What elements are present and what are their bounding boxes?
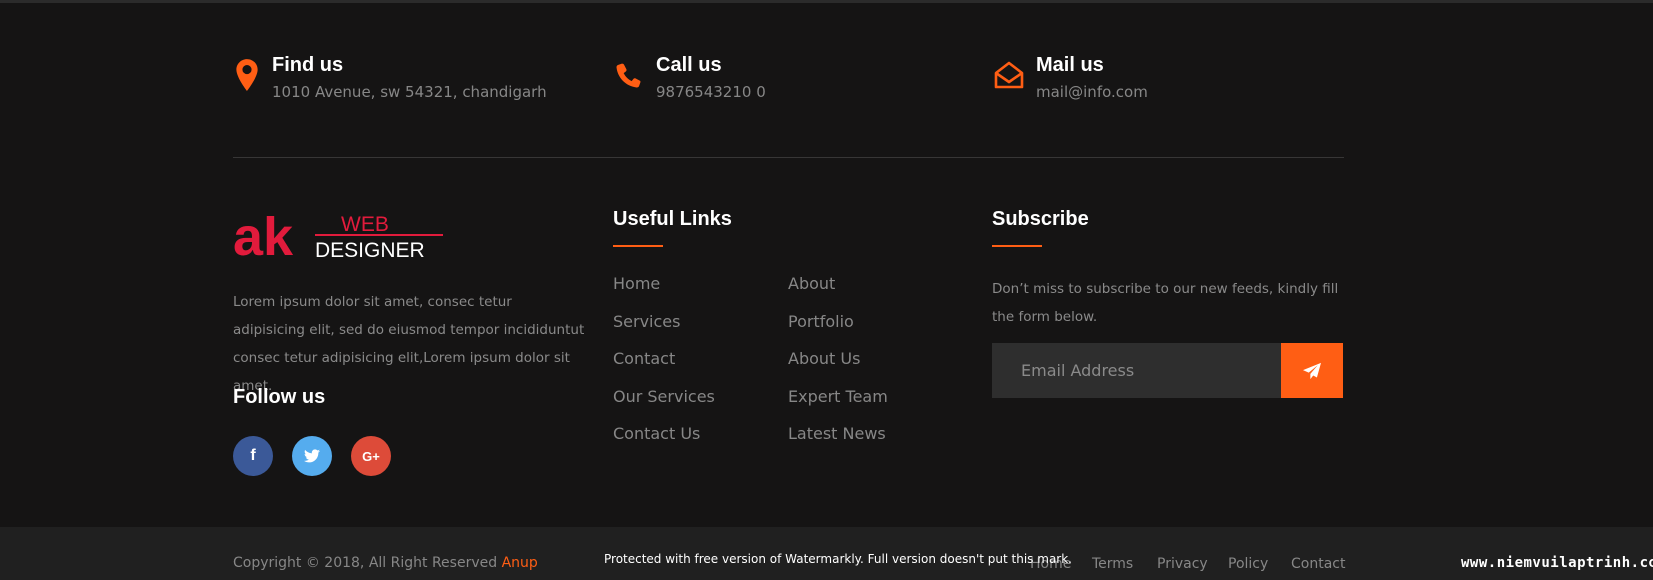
- follow-us-title: Follow us: [233, 386, 326, 408]
- mail-us-title: Mail us: [1036, 54, 1104, 76]
- facebook-icon: f: [250, 447, 256, 464]
- twitter-button[interactable]: [292, 436, 332, 476]
- link-our-services[interactable]: Our Services: [613, 387, 715, 425]
- subscribe-title: Subscribe: [992, 208, 1089, 230]
- google-plus-button[interactable]: G+: [351, 436, 391, 476]
- subscribe-button[interactable]: [1281, 343, 1343, 398]
- useful-links-underline: [613, 245, 663, 247]
- facebook-button[interactable]: f: [233, 436, 273, 476]
- useful-links-col1: Home Services Contact Our Services Conta…: [613, 274, 715, 462]
- link-expert-team[interactable]: Expert Team: [788, 387, 888, 425]
- link-about-us[interactable]: About Us: [788, 349, 888, 387]
- contact-find-us: Find us 1010 Avenue, sw 54321, chandigar…: [233, 52, 547, 102]
- useful-links-col2: About Portfolio About Us Expert Team Lat…: [788, 274, 888, 462]
- call-us-title: Call us: [656, 54, 722, 76]
- footer-nav-policy[interactable]: Policy: [1228, 556, 1268, 572]
- footer-nav-privacy[interactable]: Privacy: [1157, 556, 1208, 572]
- link-home[interactable]: Home: [613, 274, 715, 312]
- copyright-label: Copyright © 2018, All Right Reserved: [233, 555, 502, 571]
- paper-plane-icon: [1303, 362, 1321, 379]
- subscribe-text: Don’t miss to subscribe to our new feeds…: [992, 281, 1339, 325]
- find-us-address: 1010 Avenue, sw 54321, chandigarh: [272, 83, 547, 101]
- logo-line1: WEB: [341, 213, 389, 236]
- logo[interactable]: ak WEB DESIGNER: [233, 207, 443, 263]
- link-services[interactable]: Services: [613, 312, 715, 350]
- watermark-text: Protected with free version of Watermark…: [604, 552, 1072, 566]
- mail-us-email[interactable]: mail@info.com: [1036, 82, 1148, 102]
- footer-nav-contact[interactable]: Contact: [1291, 556, 1345, 572]
- email-input[interactable]: [992, 343, 1281, 398]
- site-watermark: www.niemvuilaptrinh.com: [1461, 555, 1653, 571]
- section-divider: [233, 157, 1344, 158]
- footer-nav-terms[interactable]: Terms: [1092, 556, 1133, 572]
- top-border: [0, 0, 1653, 3]
- call-us-phone: 9876543210 0: [656, 83, 766, 101]
- contact-call-us: Call us 9876543210 0: [613, 52, 766, 102]
- copyright-text: Copyright © 2018, All Right Reserved Anu…: [233, 555, 538, 571]
- envelope-open-icon: [994, 61, 1024, 89]
- copyright-author-link[interactable]: Anup: [502, 555, 538, 571]
- logo-mark: ak: [233, 207, 294, 263]
- find-us-title: Find us: [272, 54, 344, 76]
- google-plus-icon: G+: [362, 448, 380, 464]
- link-about[interactable]: About: [788, 274, 888, 312]
- logo-line2: DESIGNER: [315, 239, 425, 262]
- logo-rule: [315, 234, 443, 236]
- link-contact-us[interactable]: Contact Us: [613, 424, 715, 462]
- map-marker-icon: [236, 59, 258, 91]
- about-text: Lorem ipsum dolor sit amet, consec tetur…: [233, 294, 585, 394]
- useful-links-title: Useful Links: [613, 208, 732, 230]
- phone-icon: [616, 63, 641, 88]
- link-contact[interactable]: Contact: [613, 349, 715, 387]
- subscribe-form: [992, 343, 1343, 398]
- link-latest-news[interactable]: Latest News: [788, 424, 888, 462]
- subscribe-underline: [992, 245, 1042, 247]
- twitter-icon: [304, 449, 320, 463]
- contact-mail-us: Mail us mail@info.com: [993, 52, 1148, 102]
- link-portfolio[interactable]: Portfolio: [788, 312, 888, 350]
